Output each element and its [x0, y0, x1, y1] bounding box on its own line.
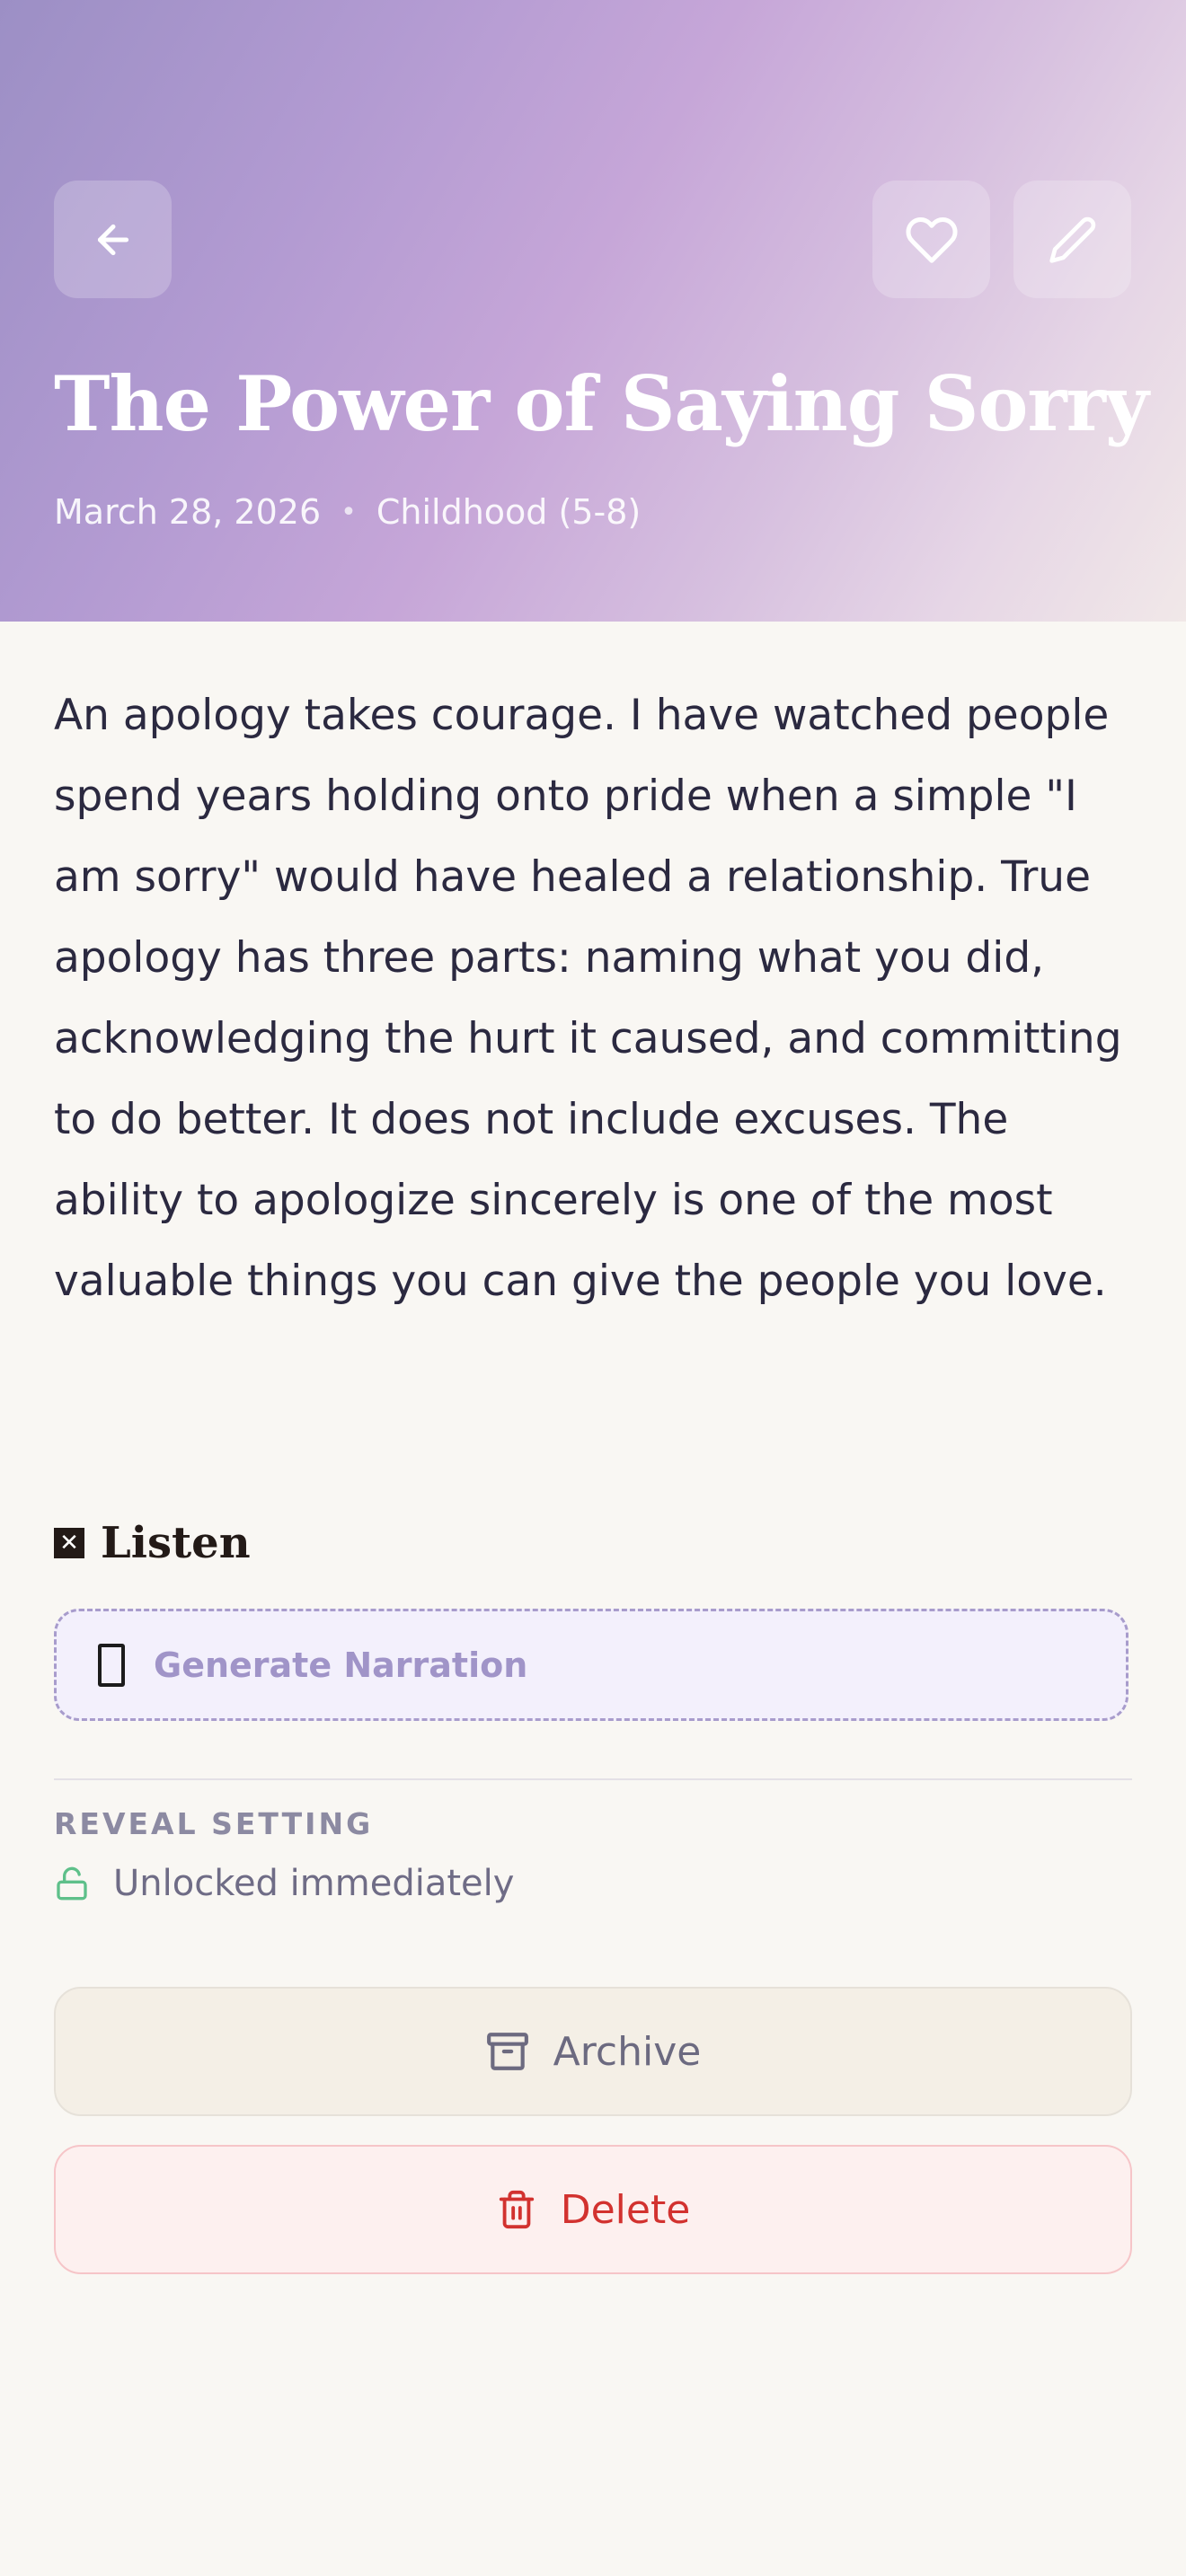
archive-button[interactable]: Archive: [54, 1987, 1132, 2116]
arrow-left-icon: [97, 224, 128, 255]
delete-label: Delete: [560, 2186, 691, 2233]
generate-narration-button[interactable]: Generate Narration: [54, 1609, 1128, 1721]
entry-header: The Power of Saying Sorry March 28, 2026…: [0, 0, 1186, 622]
generate-narration-label: Generate Narration: [154, 1645, 528, 1685]
reveal-setting-heading: REVEAL SETTING: [54, 1806, 374, 1841]
favorite-button[interactable]: [872, 181, 990, 298]
back-button[interactable]: [54, 181, 172, 298]
pencil-icon: [1049, 216, 1095, 263]
listen-heading: ✕ Listen: [54, 1518, 251, 1568]
heart-icon: [906, 216, 958, 263]
meta-separator: •: [341, 496, 357, 528]
entry-category: Childhood (5-8): [376, 492, 642, 532]
entry-date: March 28, 2026: [54, 492, 322, 532]
reveal-setting-status: Unlocked immediately: [54, 1863, 514, 1904]
section-divider: [54, 1778, 1132, 1780]
listen-glyph-icon: ✕: [54, 1528, 84, 1558]
archive-icon: [486, 2033, 528, 2070]
reveal-status-text: Unlocked immediately: [113, 1863, 515, 1904]
delete-button[interactable]: Delete: [54, 2145, 1132, 2274]
listen-label: Listen: [101, 1518, 251, 1568]
edit-button[interactable]: [1013, 181, 1131, 298]
trash-icon: [499, 2190, 534, 2229]
entry-body: An apology takes courage. I have watched…: [54, 691, 1122, 1306]
unlock-icon: [57, 1866, 87, 1901]
entry-title: The Power of Saying Sorry: [54, 359, 1149, 448]
missing-glyph-icon: [98, 1643, 125, 1687]
entry-meta: March 28, 2026 • Childhood (5-8): [54, 492, 641, 532]
archive-label: Archive: [553, 2028, 702, 2075]
